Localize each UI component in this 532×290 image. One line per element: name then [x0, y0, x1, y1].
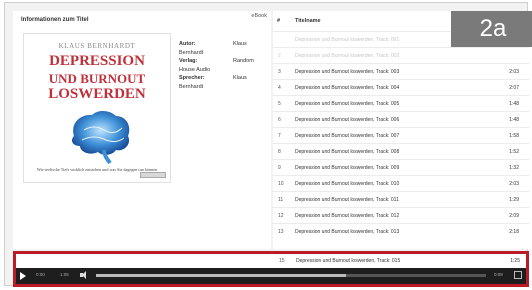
track-duration: 1:52 — [509, 149, 519, 155]
metadata-key: Autor: — [179, 41, 196, 47]
cover-title-line-1: DEPRESSION — [49, 53, 145, 69]
metadata-value: Random — [233, 58, 254, 65]
track-duration: 2:03 — [509, 69, 519, 75]
track-row[interactable]: 2 Depression und Burnout loswerden, Track… — [273, 47, 529, 63]
metadata-value: Klaus — [233, 41, 247, 47]
track-duration: 2:09 — [509, 213, 519, 219]
track-row[interactable]: 9 Depression und Burnout loswerden, Track… — [273, 159, 529, 175]
player-highlight-box: 15 Depression und Burnout loswerden, Tra… — [13, 251, 529, 287]
track-title: Depression und Burnout loswerden, Track:… — [295, 197, 399, 203]
seek-slider[interactable] — [96, 274, 486, 277]
metadata-value-cont: Bernhardt — [179, 83, 204, 90]
track-number: 10 — [278, 181, 284, 187]
metadata-row: Autor: Klaus — [171, 41, 267, 50]
metadata-key: Sprecher: — [179, 75, 205, 82]
metadata-row: Sprecher: Klaus — [171, 75, 267, 84]
track-title: Depression und Burnout loswerden, Track:… — [295, 117, 400, 123]
track-number: 11 — [278, 197, 284, 203]
metadata-row: Bernhardt — [171, 84, 267, 93]
brain-illustration-icon — [72, 110, 130, 164]
track-row[interactable]: 4 Depression und Burnout loswerden, Track… — [273, 79, 529, 95]
track-number: 7 — [278, 133, 281, 139]
track-number: 3 — [278, 69, 281, 75]
track-number: 2 — [278, 53, 281, 59]
metadata-row: Verlag: Random — [171, 58, 267, 67]
track-title: Depression und Burnout loswerden, Track:… — [295, 101, 400, 107]
metadata-value-cont: Bernhardt — [179, 49, 204, 56]
track-title: Depression und Burnout loswerden, Track:… — [295, 213, 400, 219]
track-number: 8 — [278, 149, 281, 155]
track-row[interactable]: 13 Depression und Burnout loswerden, Trac… — [273, 223, 529, 239]
track-title: Depression und Burnout loswerden, Track:… — [295, 181, 400, 187]
track-number: 13 — [278, 229, 284, 235]
elapsed-time: 0:00 — [36, 272, 45, 277]
volume-icon[interactable] — [80, 271, 88, 279]
step-badge: 2a — [451, 11, 532, 47]
fullscreen-icon[interactable] — [514, 271, 522, 279]
track-duration: 1:25 — [510, 258, 520, 264]
audio-player-controls: 0:00 1:05 0:08 — [16, 268, 526, 284]
track-number: 15 — [279, 258, 285, 264]
track-number: 12 — [278, 213, 284, 219]
metadata-row: House Audio — [171, 67, 267, 76]
metadata-value-cont: House Audio — [179, 66, 211, 73]
track-row-15[interactable]: 15 Depression und Burnout loswerden, Tra… — [274, 254, 526, 268]
track-title: Depression und Burnout loswerden, Track:… — [295, 229, 400, 235]
track-duration: 2:18 — [509, 229, 519, 235]
track-title: Depression und Burnout loswerden, Track:… — [295, 37, 400, 43]
track-duration: 1:29 — [509, 197, 519, 203]
album-cover: KLAUS BERNHARDT DEPRESSION UND BURNOUT L… — [23, 33, 171, 183]
track-duration: 1:48 — [509, 101, 519, 107]
track-number: 4 — [278, 85, 281, 91]
track-row[interactable]: 11 Depression und Burnout loswerden, Trac… — [273, 191, 529, 207]
info-panel-title: Informationen zum Titel — [21, 17, 89, 23]
track-title: Depression und Burnout loswerden, Track:… — [295, 149, 400, 155]
total-time: 1:05 — [60, 272, 69, 277]
track-title: Depression und Burnout loswerden, Track:… — [295, 85, 400, 91]
track-row[interactable]: 6 Depression und Burnout loswerden, Track… — [273, 111, 529, 127]
app-window: Informationen zum Titel eBook KLAUS BERN… — [4, 2, 532, 287]
track-title: Depression und Burnout loswerden, Track:… — [296, 258, 401, 264]
track-row[interactable]: 3 Depression und Burnout loswerden, Track… — [273, 63, 529, 79]
track-duration: 1:32 — [509, 165, 519, 171]
track-number: 9 — [278, 165, 281, 171]
track-title: Depression und Burnout loswerden, Track:… — [295, 133, 400, 139]
column-header-title[interactable]: Titelname — [295, 18, 321, 24]
track-number: 5 — [278, 101, 281, 107]
track-duration: 2:07 — [509, 85, 519, 91]
track-title: Depression und Burnout loswerden, Track:… — [295, 53, 400, 59]
metadata-key: Verlag: — [179, 58, 198, 65]
track-title: Depression und Burnout loswerden, Track:… — [295, 69, 400, 75]
track-row[interactable]: 10 Depression und Burnout loswerden, Trac… — [273, 175, 529, 191]
track-row[interactable]: 12 Depression und Burnout loswerden, Trac… — [273, 207, 529, 223]
remaining-time: 0:08 — [494, 272, 503, 277]
cover-title-line-3: LOSWERDEN — [48, 86, 146, 102]
column-header-number[interactable]: # — [277, 18, 280, 24]
track-row[interactable]: 7 Depression und Burnout loswerden, Track… — [273, 127, 529, 143]
play-icon[interactable] — [20, 272, 26, 280]
ebook-link[interactable]: eBook — [251, 13, 267, 19]
title-info-panel: Informationen zum Titel eBook KLAUS BERN… — [13, 11, 271, 249]
metadata-value: Klaus — [233, 75, 247, 82]
cover-title-line-2: UND BURNOUT — [48, 71, 146, 86]
publisher-logo — [140, 172, 166, 178]
title-metadata: Autor: Klaus Bernhardt Verlag: Random Ho… — [171, 41, 267, 93]
track-row[interactable]: 8 Depression und Burnout loswerden, Track… — [273, 143, 529, 159]
track-title: Depression und Burnout loswerden, Track:… — [295, 165, 400, 171]
seek-progress — [96, 274, 346, 277]
metadata-row: Bernhardt — [171, 50, 267, 59]
track-number: 6 — [278, 117, 281, 123]
track-row[interactable]: 5 Depression und Burnout loswerden, Track… — [273, 95, 529, 111]
cover-author: KLAUS BERNHARDT — [58, 42, 136, 50]
track-duration: 2:03 — [509, 181, 519, 187]
track-duration: 1:48 — [509, 117, 519, 123]
track-duration: 1:58 — [509, 133, 519, 139]
